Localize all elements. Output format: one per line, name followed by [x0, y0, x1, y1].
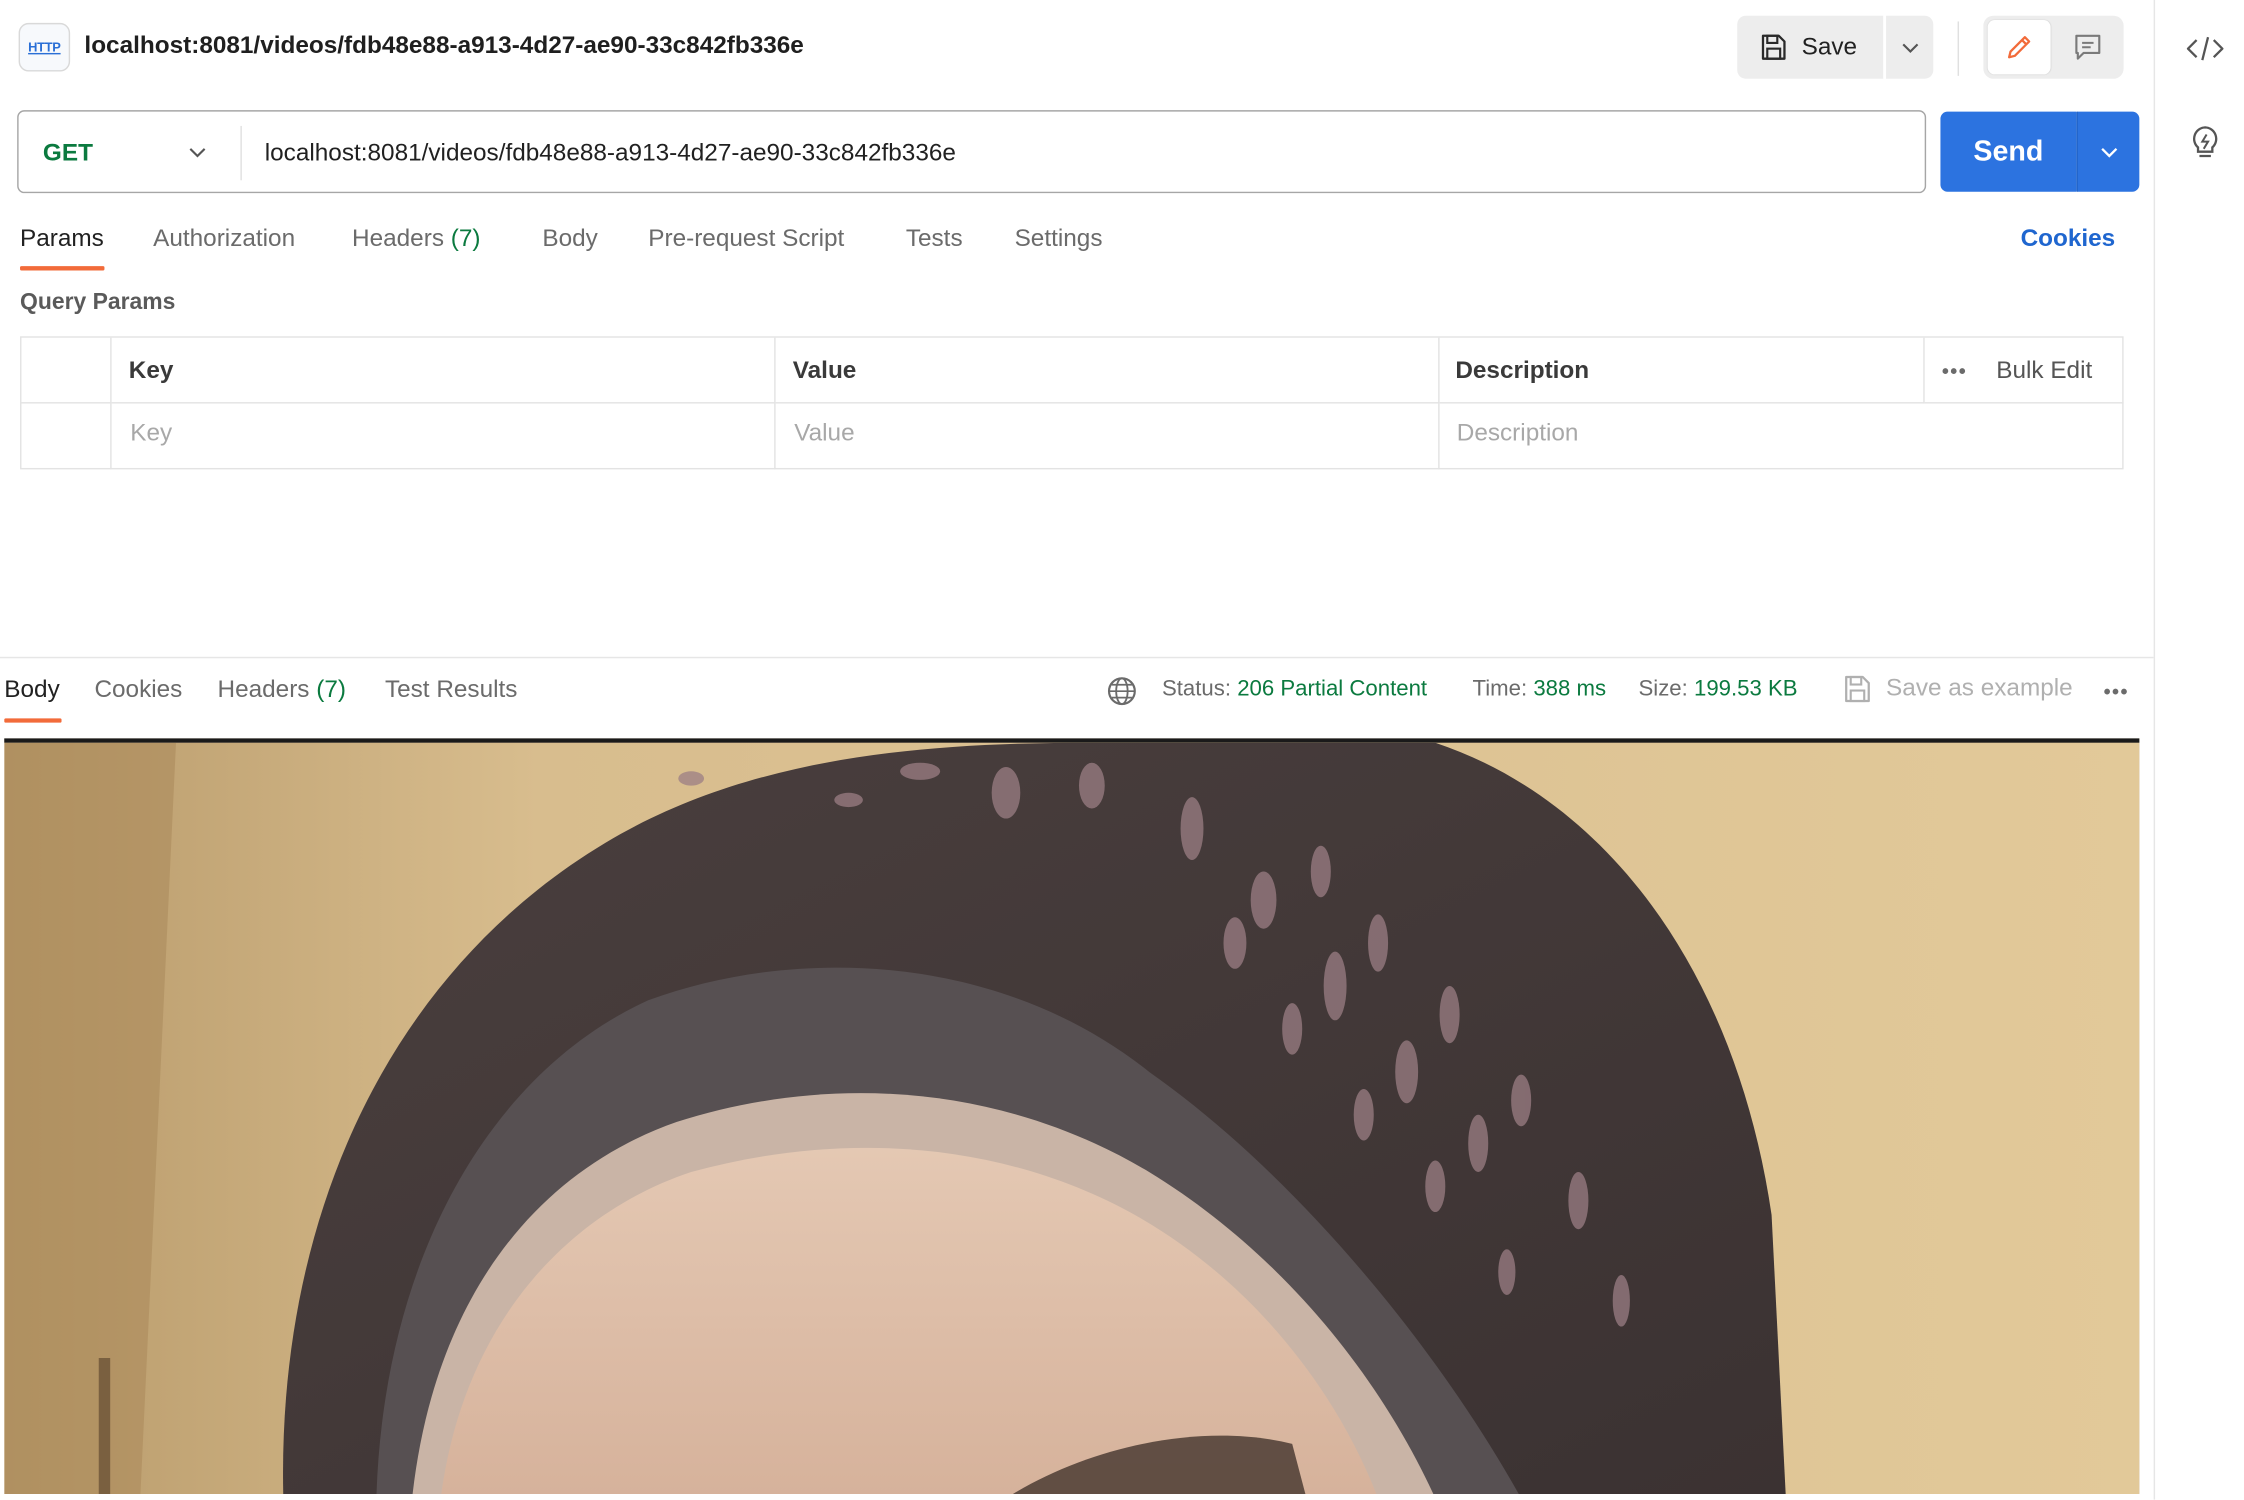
column-value: Value: [792, 356, 857, 384]
response-time[interactable]: Time: 388 ms: [1472, 677, 1606, 703]
comment-mode-button[interactable]: [2056, 20, 2119, 74]
response-image-preview: [4, 738, 2140, 1494]
globe-icon[interactable]: [1106, 675, 1137, 706]
right-sidebar: [2153, 0, 2244, 1500]
tab-params[interactable]: Params: [20, 225, 104, 254]
tab-tests[interactable]: Tests: [906, 225, 963, 254]
edit-mode-button[interactable]: [1987, 20, 2051, 75]
table-row-checkbox[interactable]: [21, 403, 112, 470]
response-headers-count: (7): [316, 675, 346, 703]
status-value: 206 Partial Content: [1237, 676, 1428, 702]
code-icon[interactable]: [2186, 34, 2224, 63]
active-tab-indicator: [20, 266, 105, 271]
method-divider: [240, 125, 242, 181]
query-params-table: Key Value Description Key Value Descript…: [20, 336, 2124, 470]
http-request-icon: HTTP: [18, 22, 71, 72]
table-checkbox-header: [21, 337, 112, 404]
method-select[interactable]: GET: [43, 139, 93, 168]
response-status[interactable]: Status: 206 Partial Content: [1162, 677, 1427, 703]
tab-headers[interactable]: Headers (7): [352, 225, 480, 254]
tab-body[interactable]: Body: [542, 225, 597, 254]
chevron-down-icon: [2100, 148, 2117, 158]
response-tab-headers[interactable]: Headers (7): [218, 675, 346, 704]
lightbulb-icon[interactable]: [2187, 123, 2224, 163]
more-options-icon[interactable]: •••: [1942, 359, 1967, 382]
toolbar-divider: [1957, 21, 1960, 76]
headers-count: (7): [450, 224, 481, 252]
column-key: Key: [128, 356, 174, 384]
table-header-value: [775, 337, 1440, 404]
comment-icon: [2075, 34, 2101, 60]
url-bar: GET: [17, 110, 1927, 194]
chevron-down-icon: [1901, 43, 1918, 54]
active-response-tab-indicator: [4, 718, 62, 723]
time-value: 388 ms: [1533, 676, 1607, 702]
tab-pre-request-script[interactable]: Pre-request Script: [648, 225, 844, 254]
response-tab-body[interactable]: Body: [4, 675, 59, 704]
save-example-icon: [1845, 675, 1870, 703]
url-input[interactable]: [264, 124, 1911, 182]
query-params-title: Query Params: [20, 290, 176, 315]
response-tab-test-results[interactable]: Test Results: [385, 675, 518, 704]
floppy-disk-icon: [1761, 34, 1786, 60]
response-photo: [4, 742, 2140, 1494]
response-more-options-icon[interactable]: •••: [2104, 680, 2129, 703]
value-cell[interactable]: [776, 403, 1440, 470]
pencil-icon: [2007, 36, 2031, 59]
size-value: 199.53 KB: [1693, 676, 1798, 702]
column-description: Description: [1455, 356, 1590, 384]
value-input[interactable]: Value: [794, 419, 854, 448]
request-header: HTTP localhost:8081/videos/fdb48e88-a913…: [0, 0, 2154, 100]
bulk-edit-button[interactable]: Bulk Edit: [1996, 356, 2092, 385]
key-cell[interactable]: [112, 403, 776, 470]
description-input[interactable]: Description: [1457, 419, 1579, 448]
request-title[interactable]: localhost:8081/videos/fdb48e88-a913-4d27…: [84, 31, 803, 60]
response-divider[interactable]: [0, 656, 2154, 659]
tab-authorization[interactable]: Authorization: [153, 225, 295, 254]
cookies-link[interactable]: Cookies: [2021, 225, 2116, 254]
mode-toggle: [1983, 15, 2124, 79]
save-as-example-button[interactable]: Save as example: [1886, 674, 2073, 703]
table-header-key: [111, 337, 776, 404]
chevron-down-icon[interactable]: [186, 140, 209, 163]
response-tab-cookies[interactable]: Cookies: [94, 675, 182, 704]
save-label: Save: [1801, 32, 1858, 61]
save-button[interactable]: Save: [1737, 15, 1884, 79]
key-input[interactable]: Key: [130, 419, 172, 448]
save-options-button[interactable]: [1886, 15, 1934, 79]
response-size[interactable]: Size: 199.53 KB: [1638, 677, 1797, 703]
tab-settings[interactable]: Settings: [1015, 225, 1103, 254]
send-options-button[interactable]: [2076, 111, 2140, 192]
send-button[interactable]: Send: [1940, 111, 2077, 192]
